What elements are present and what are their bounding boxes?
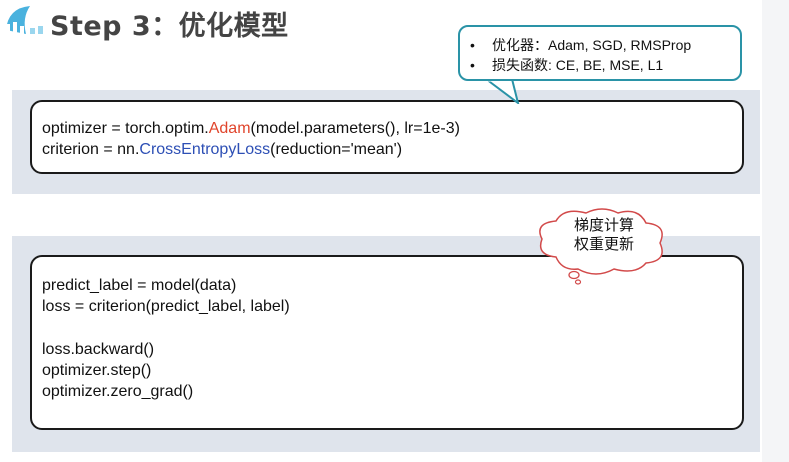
cloud-line: 权重更新: [573, 236, 634, 253]
bullet: •: [470, 57, 475, 73]
callout-tail: [485, 78, 520, 104]
cloud-line: 梯度计算: [573, 217, 634, 234]
code-text: optimizer = torch.optim.: [42, 120, 209, 137]
page-title: Step 3：优化模型: [50, 11, 289, 42]
bullet: •: [470, 37, 475, 53]
right-edge-strip: [762, 0, 789, 462]
code-line: loss = criterion(predict_label, label): [42, 298, 290, 315]
code-text: (reduction='mean'): [270, 141, 403, 158]
callout-text: 优化器：Adam, SGD, RMSProp: [492, 37, 692, 53]
code-text: (model.parameters(), lr=1e-3): [250, 120, 460, 137]
code-block-optimizer: optimizer = torch.optim.Adam(model.param…: [30, 100, 744, 174]
callout-item: • 损失函数: CE, BE, MSE, L1: [470, 55, 740, 75]
code-text: criterion = nn.: [42, 141, 140, 158]
code-line: optimizer.zero_grad(): [42, 383, 194, 400]
code-keyword: CrossEntropyLoss: [139, 141, 271, 158]
code-keyword: Adam: [208, 120, 251, 137]
code-line-optimizer: optimizer = torch.optim.Adam(model.param…: [42, 118, 742, 139]
code-line: loss.backward(): [42, 341, 155, 358]
code-line: optimizer.step(): [42, 362, 152, 379]
callout-item: • 优化器：Adam, SGD, RMSProp: [470, 35, 740, 55]
code-line-criterion: criterion = nn.CrossEntropyLoss(reductio…: [42, 139, 742, 160]
cloud-text: 梯度计算 权重更新: [562, 216, 646, 254]
code-gap: [42, 317, 742, 339]
optimizer-callout: • 优化器：Adam, SGD, RMSProp • 损失函数: CE, BE, M…: [458, 25, 742, 81]
callout-text: 损失函数: CE, BE, MSE, L1: [492, 57, 664, 73]
